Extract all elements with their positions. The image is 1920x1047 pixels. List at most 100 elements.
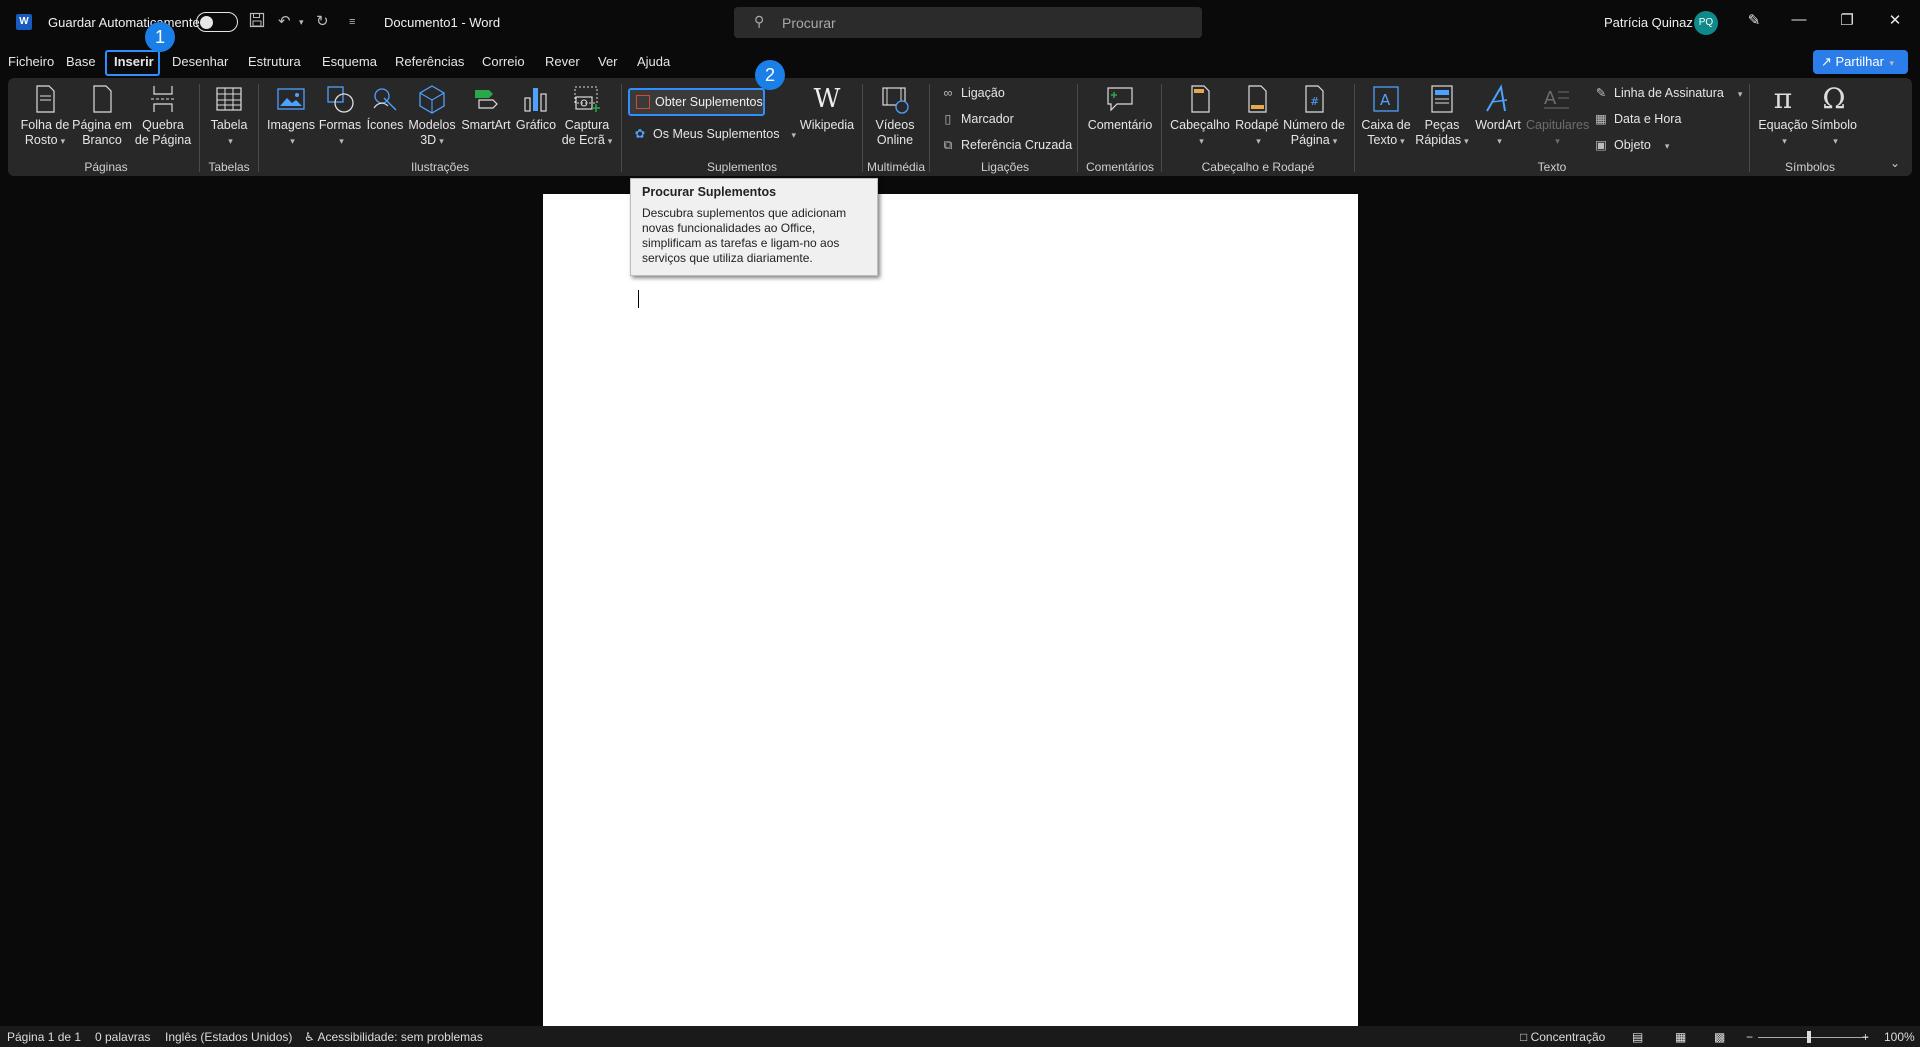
table-label: Tabela: [210, 118, 248, 132]
tab-esquema[interactable]: Esquema: [322, 50, 377, 74]
page-break-button[interactable]: Quebra de Página: [134, 84, 192, 148]
icons-button[interactable]: Ícones: [362, 84, 408, 133]
page-count[interactable]: Página 1 de 1: [7, 1030, 81, 1044]
quick-parts-icon: [1431, 85, 1453, 113]
tab-base[interactable]: Base: [66, 50, 96, 74]
drop-cap-button: A Capitulares ▾: [1526, 84, 1589, 149]
online-videos-button[interactable]: Vídeos Online: [868, 84, 922, 148]
screenshot-label: Captura: [564, 118, 610, 132]
footer-icon: [1248, 85, 1267, 113]
wordart-button[interactable]: WordArt ▾: [1472, 84, 1524, 149]
status-bar: Página 1 de 1 0 palavras Inglês (Estados…: [0, 1026, 1920, 1047]
autosave-toggle[interactable]: [196, 12, 238, 32]
tab-rever[interactable]: Rever: [545, 50, 580, 74]
language-status[interactable]: Inglês (Estados Unidos): [165, 1030, 292, 1044]
comment-button[interactable]: Comentário: [1084, 84, 1156, 133]
chevron-down-icon: ▾: [1497, 136, 1502, 146]
omega-icon: Ω: [1822, 82, 1846, 115]
symbol-button[interactable]: Ω Símbolo ▾: [1808, 84, 1860, 149]
read-mode-icon[interactable]: ▤: [1632, 1030, 1643, 1044]
bookmark-button[interactable]: ▯ Marcador: [941, 111, 1014, 127]
chevron-down-icon[interactable]: ▾: [1887, 58, 1894, 68]
undo-icon[interactable]: ↶: [278, 12, 291, 32]
link-button[interactable]: ∞ Ligação: [941, 85, 1005, 101]
text-box-button[interactable]: A Caixa de Texto ▾: [1360, 84, 1412, 149]
tab-desenhar[interactable]: Desenhar: [172, 50, 228, 74]
close-icon[interactable]: ✕: [1885, 11, 1905, 29]
web-layout-icon[interactable]: ▩: [1714, 1030, 1725, 1044]
my-addins-button[interactable]: ✿ Os Meus Suplementos ▾: [633, 126, 796, 143]
toggle-knob: [200, 15, 213, 29]
table-button[interactable]: Tabela ▾: [205, 84, 253, 149]
zoom-slider[interactable]: [1758, 1037, 1868, 1038]
tab-ajuda[interactable]: Ajuda: [637, 50, 670, 74]
tab-correio[interactable]: Correio: [482, 50, 525, 74]
tab-ficheiro[interactable]: Ficheiro: [8, 50, 54, 74]
get-addins-button[interactable]: Obter Suplementos: [628, 88, 765, 116]
zoom-level[interactable]: 100%: [1884, 1030, 1915, 1044]
blank-page-button[interactable]: Página em Branco: [72, 84, 132, 148]
cross-reference-button[interactable]: ⧉ Referência Cruzada: [941, 137, 1073, 153]
shapes-button[interactable]: Formas ▾: [316, 84, 364, 149]
signature-line-button[interactable]: ✎ Linha de Assinatura ▾: [1594, 85, 1743, 102]
footer-button[interactable]: Rodapé ▾: [1232, 84, 1282, 149]
zoom-slider-thumb[interactable]: [1807, 1031, 1811, 1043]
group-separator: [1161, 84, 1162, 172]
restore-icon[interactable]: ❐: [1837, 11, 1857, 29]
smartart-button[interactable]: SmartArt: [458, 84, 514, 133]
customize-toolbar-icon[interactable]: ≡: [349, 12, 355, 32]
undo-dropdown-icon[interactable]: ▾: [299, 12, 304, 32]
header-button[interactable]: Cabeçalho ▾: [1168, 84, 1232, 149]
pen-icon[interactable]: ✎: [1744, 11, 1764, 29]
shapes-icon: [327, 86, 354, 113]
shapes-label: Formas: [318, 118, 362, 132]
step-1-highlight: [105, 50, 160, 76]
images-button[interactable]: Imagens ▾: [264, 84, 318, 149]
quick-parts-label-2: Rápidas: [1415, 133, 1462, 147]
date-time-button[interactable]: ▦ Data e Hora: [1594, 111, 1681, 127]
ribbon-collapse-icon[interactable]: ⌄: [1890, 156, 1900, 170]
header-icon: [1191, 85, 1210, 113]
svg-text:#: #: [1310, 95, 1319, 108]
3d-models-label-2: 3D: [420, 133, 437, 147]
chevron-down-icon: ▾: [228, 136, 233, 146]
tab-estrutura[interactable]: Estrutura: [248, 50, 301, 74]
quick-parts-button[interactable]: Peças Rápidas ▾: [1414, 84, 1470, 149]
video-icon: [882, 87, 909, 114]
screenshot-button[interactable]: Captura de Ecrã ▾: [558, 84, 616, 149]
equation-button[interactable]: π Equação ▾: [1756, 84, 1810, 149]
blank-page-label: Página em: [72, 118, 132, 132]
zoom-out-icon[interactable]: −: [1746, 1030, 1753, 1044]
user-name[interactable]: Patrícia Quinaz: [1604, 15, 1693, 30]
document-page[interactable]: [543, 194, 1358, 1026]
zoom-in-icon[interactable]: +: [1862, 1030, 1869, 1044]
cover-page-button[interactable]: Folha de Rosto ▾: [18, 84, 72, 149]
chart-button[interactable]: Gráfico: [512, 84, 560, 133]
minimize-icon[interactable]: —: [1789, 11, 1809, 28]
comment-icon: [1107, 87, 1133, 112]
online-videos-label-2: Online: [876, 133, 914, 147]
wikipedia-button[interactable]: W Wikipedia: [798, 84, 856, 133]
wordart-label: WordArt: [1475, 118, 1521, 132]
cross-reference-label: Referência Cruzada: [961, 138, 1073, 152]
redo-icon[interactable]: ↻: [316, 12, 329, 32]
3d-models-button[interactable]: Modelos 3D ▾: [407, 84, 457, 149]
page-number-icon: #: [1305, 85, 1324, 113]
print-layout-icon[interactable]: ▦: [1675, 1030, 1686, 1044]
chevron-down-icon: ▾: [607, 136, 613, 146]
search-box[interactable]: ⚲ Procurar: [734, 7, 1202, 38]
quick-parts-label: Peças: [1424, 118, 1460, 132]
tab-referencias[interactable]: Referências: [395, 50, 464, 74]
text-box-icon: A: [1373, 86, 1399, 112]
focus-label: Concentração: [1530, 1030, 1606, 1044]
page-number-button[interactable]: # Número de Página ▾: [1282, 84, 1346, 149]
focus-mode-button[interactable]: □ Concentração: [1520, 1030, 1605, 1044]
share-button[interactable]: ↗ Partilhar ▾: [1813, 50, 1908, 74]
word-count[interactable]: 0 palavras: [95, 1030, 150, 1044]
tab-ver[interactable]: Ver: [598, 50, 618, 74]
save-icon[interactable]: [249, 12, 265, 34]
accessibility-status[interactable]: ♿ Acessibilidade: sem problemas: [304, 1030, 483, 1044]
avatar[interactable]: PQ: [1694, 11, 1718, 35]
text-box-label-2: Texto: [1367, 133, 1398, 147]
object-button[interactable]: ▣ Objeto ▾: [1594, 137, 1669, 154]
